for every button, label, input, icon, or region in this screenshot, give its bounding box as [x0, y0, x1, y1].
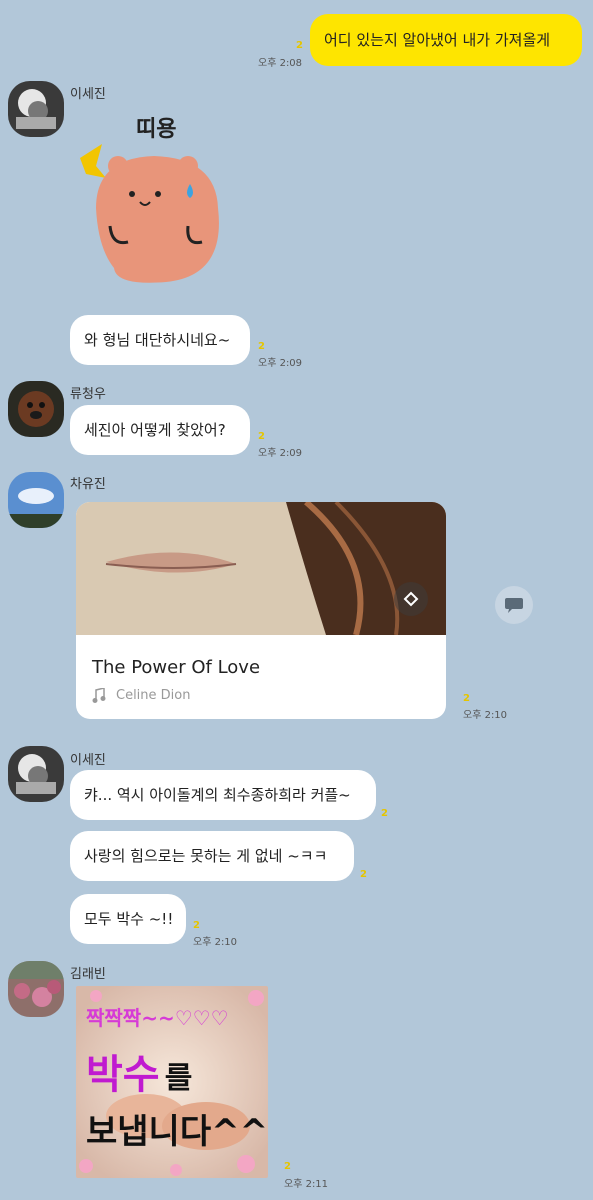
sender-name: 김래빈	[70, 967, 106, 982]
clap-text-line1: 짝짝짝~~♡♡♡	[86, 1006, 229, 1030]
music-title: The Power Of Love	[92, 657, 261, 678]
clap-text-line3: 보냅니다^^	[86, 1112, 268, 1152]
avatar-ryu[interactable]	[8, 381, 64, 437]
sender-name: 류청우	[70, 387, 106, 402]
message-text: 모두 박수 ~!!	[84, 910, 174, 928]
music-artist: Celine Dion	[116, 688, 191, 703]
unread-count: 2	[463, 693, 470, 704]
logo-icon	[394, 582, 428, 616]
sender-name: 이세진	[70, 753, 106, 768]
clap-text-highlight: 박수	[86, 1052, 160, 1098]
timestamp: 오후 2:09	[258, 358, 303, 369]
clap-image[interactable]: 짝짝짝~~♡♡♡ 박수 를 보냅니다^^	[76, 986, 268, 1178]
sticker-caption: 띠용	[136, 117, 176, 142]
unread-count: 2	[284, 1161, 291, 1172]
unread-count: 2	[296, 40, 303, 51]
share-button[interactable]	[495, 586, 533, 624]
message-bubble[interactable]: 캬... 역시 아이돌계의 최수종하희라 커플~	[70, 770, 376, 820]
clap-text-suffix: 를	[164, 1061, 193, 1096]
timestamp: 오후 2:10	[463, 710, 508, 721]
timestamp: 오후 2:09	[258, 448, 303, 459]
message-text: 세진아 어떻게 찾았어?	[84, 421, 226, 439]
message-bubble[interactable]: 와 형님 대단하시네요~	[70, 315, 250, 365]
music-share-card[interactable]: The Power Of Love Celine Dion	[76, 502, 446, 719]
message-bubble[interactable]: 세진아 어떻게 찾았어?	[70, 405, 250, 455]
unread-count: 2	[258, 341, 265, 352]
avatar-kim[interactable]	[8, 961, 64, 1017]
unread-count: 2	[360, 869, 367, 880]
timestamp: 오후 2:08	[258, 58, 303, 69]
avatar-sejin[interactable]	[8, 746, 64, 802]
my-message-bubble[interactable]: 어디 있는지 알아냈어 내가 가져올게	[310, 14, 582, 66]
message-text: 캬... 역시 아이돌계의 최수종하희라 커플~	[84, 786, 351, 804]
unread-count: 2	[258, 431, 265, 442]
unread-count: 2	[193, 920, 200, 931]
sticker-bear[interactable]: 띠용	[76, 108, 236, 288]
message-bubble[interactable]: 사랑의 힘으로는 못하는 게 없네 ~ㅋㅋ	[70, 831, 354, 881]
message-text: 와 형님 대단하시네요~	[84, 331, 231, 349]
music-note-icon	[92, 687, 106, 708]
unread-count: 2	[381, 808, 388, 819]
timestamp: 오후 2:10	[193, 937, 238, 948]
avatar-sejin[interactable]	[8, 81, 64, 137]
message-bubble[interactable]: 모두 박수 ~!!	[70, 894, 186, 944]
message-text: 사랑의 힘으로는 못하는 게 없네 ~ㅋㅋ	[84, 847, 328, 865]
album-cover	[76, 502, 446, 636]
message-text: 어디 있는지 알아냈어 내가 가져올게	[324, 31, 551, 49]
avatar-cha[interactable]	[8, 472, 64, 528]
sender-name: 차유진	[70, 477, 106, 492]
sender-name: 이세진	[70, 87, 106, 102]
timestamp: 오후 2:11	[284, 1179, 329, 1190]
share-icon	[505, 598, 523, 613]
